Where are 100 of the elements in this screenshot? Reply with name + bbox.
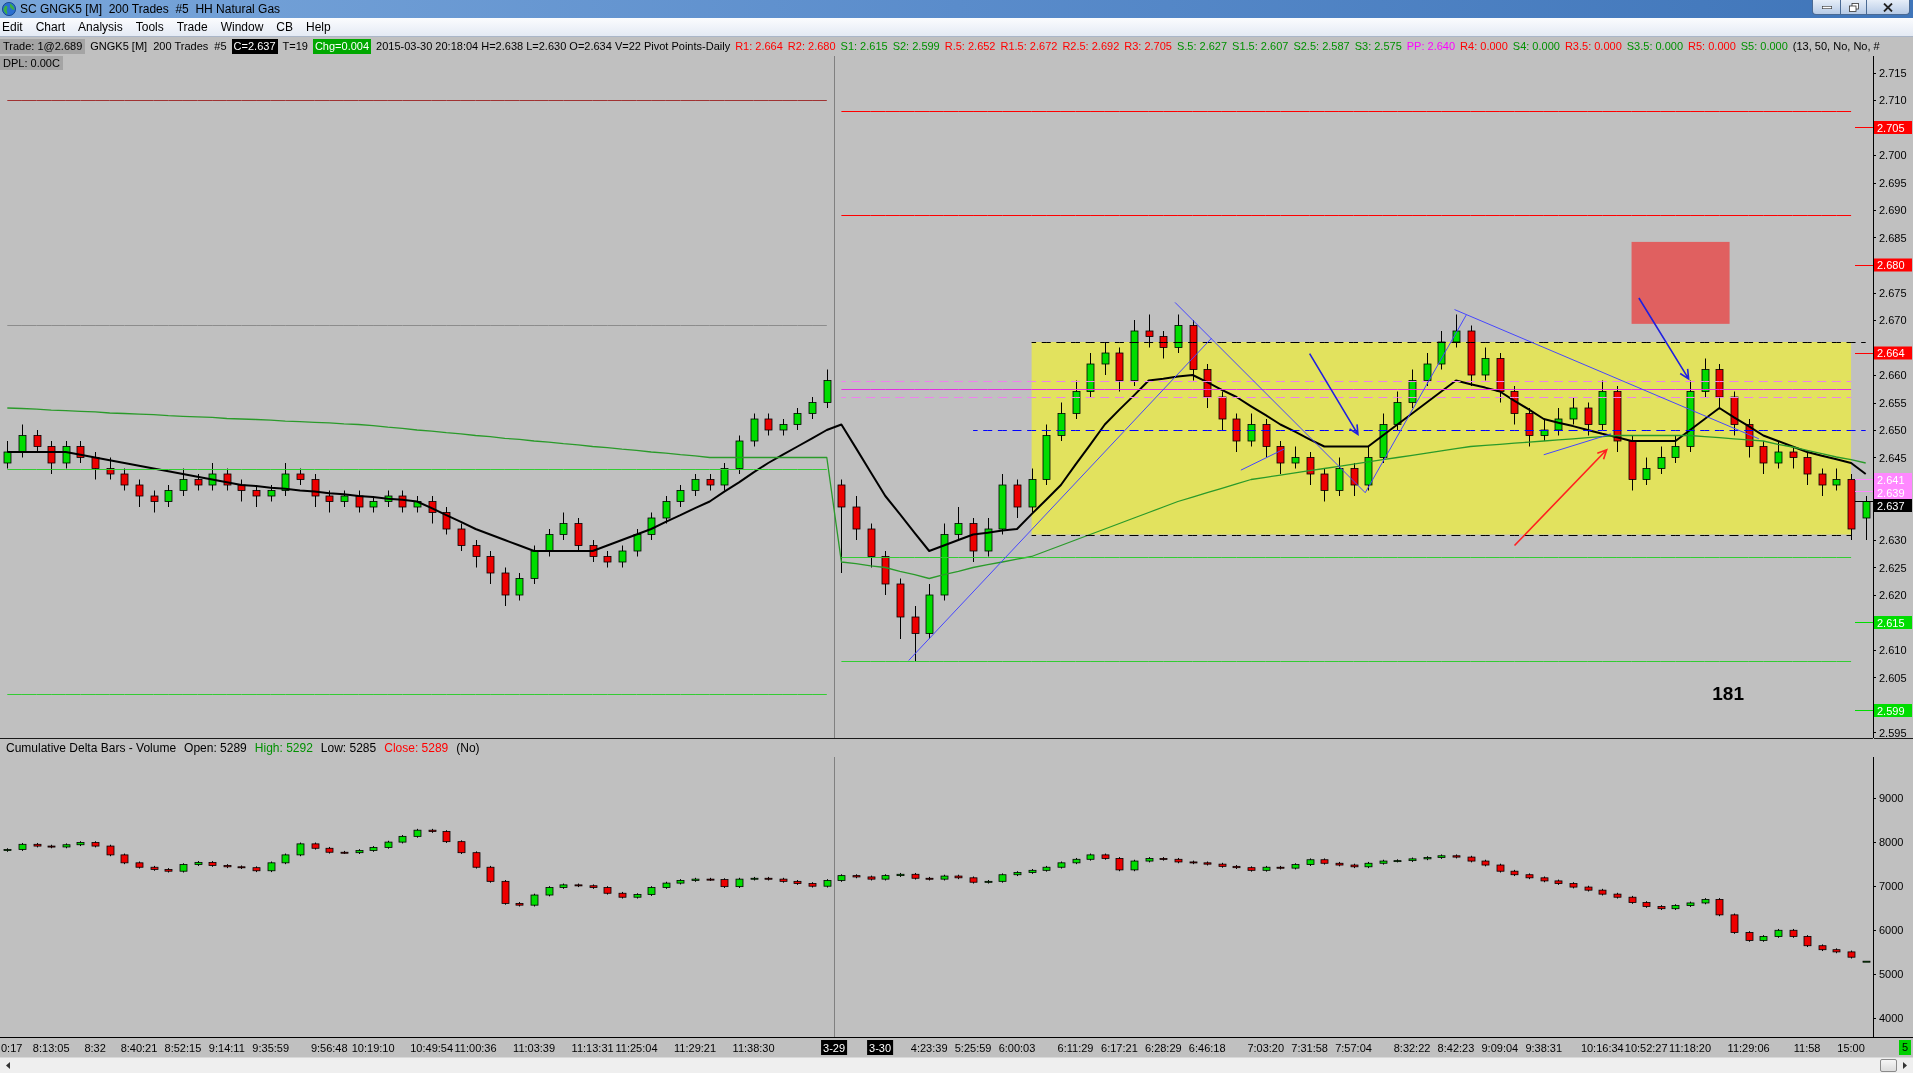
pivot-value: R3.5: 0.000: [1564, 39, 1622, 54]
candlestick: [1452, 314, 1461, 348]
menu-item[interactable]: Window: [214, 18, 270, 36]
candlestick: [1510, 385, 1519, 425]
pivot-value: R.5: 2.652: [944, 39, 996, 54]
candlestick: [1686, 901, 1695, 908]
candlestick: [662, 881, 671, 890]
price-label: C=2.637: [231, 39, 278, 54]
candlestick: [1481, 347, 1490, 381]
candlestick: [1671, 435, 1680, 464]
time-label: 9:56:48: [310, 1042, 348, 1054]
candlestick: [1218, 391, 1227, 431]
axis-label: 2.655: [1879, 396, 1907, 409]
candlestick: [355, 848, 364, 855]
candlestick: [1115, 347, 1124, 392]
candlestick: [1086, 352, 1095, 398]
candlestick: [1569, 396, 1578, 425]
candlestick: [194, 473, 203, 491]
pivot-value: R2.5: 2.692: [1062, 39, 1120, 54]
candlestick: [954, 874, 963, 880]
candlestick: [515, 572, 524, 601]
candlestick: [940, 874, 949, 881]
candlestick: [1628, 895, 1637, 905]
time-label: 6:00:03: [998, 1042, 1036, 1054]
candlestick: [545, 528, 554, 557]
candlestick: [428, 828, 437, 834]
candlestick: [1291, 446, 1300, 469]
candlestick: [1072, 857, 1081, 865]
price-tag: 2.680: [1874, 258, 1912, 272]
candlestick: [296, 468, 305, 486]
candlestick: [1291, 862, 1300, 870]
axis-label: 2.610: [1879, 644, 1907, 656]
time-label: 8:32:22: [1393, 1042, 1431, 1054]
time-label: 11:58: [1793, 1042, 1821, 1054]
candlestick: [223, 468, 232, 491]
pivot-value: S1.5: 2.607: [1232, 39, 1289, 54]
candlestick: [837, 873, 846, 883]
candlestick: [1028, 868, 1037, 875]
candlestick: [1276, 440, 1285, 475]
axis-label: 2.685: [1879, 231, 1907, 244]
time-label: 8:52:15: [164, 1042, 202, 1054]
menu-item[interactable]: Tools: [129, 18, 171, 36]
candlestick: [1130, 319, 1139, 387]
candlestick: [911, 872, 920, 881]
menu-item[interactable]: CB: [269, 18, 300, 36]
axis-label: 2.620: [1879, 589, 1907, 601]
candlestick: [1715, 363, 1724, 409]
candlestick: [793, 879, 802, 886]
pivot-value: R1: 2.664: [735, 39, 783, 54]
candlestick: [1379, 413, 1388, 464]
menu-item[interactable]: Analysis: [71, 18, 130, 36]
candlestick: [1203, 861, 1212, 866]
candlestick: [984, 517, 993, 557]
candlestick: [603, 550, 612, 568]
candlestick: [1832, 947, 1841, 954]
candlestick: [311, 842, 320, 851]
axis-label: 2.625: [1879, 561, 1907, 574]
axis-label: 2.700: [1879, 149, 1907, 161]
candlestick: [1115, 856, 1124, 872]
menu-item[interactable]: Chart: [29, 18, 72, 36]
candlestick: [1759, 440, 1768, 475]
candlestick: [1320, 468, 1329, 502]
candlestick: [1745, 418, 1754, 458]
candlestick: [1525, 407, 1534, 447]
ref-line-label: 2.639: [1877, 486, 1905, 499]
candlestick: [1467, 855, 1476, 863]
candlestick: [91, 840, 100, 848]
candlestick: [311, 473, 320, 508]
time-label: 9:09:04: [1481, 1042, 1519, 1054]
candlestick: [164, 484, 173, 508]
axis-label: 6000: [1879, 923, 1904, 936]
menu-item[interactable]: Help: [299, 18, 338, 36]
axis-label: 2.690: [1879, 204, 1907, 216]
close-button[interactable]: [1867, 0, 1910, 15]
candlestick: [120, 853, 129, 865]
candlestick: [998, 473, 1007, 535]
candlestick: [691, 473, 700, 497]
candlestick: [1832, 468, 1841, 491]
menu-item[interactable]: Edit: [0, 18, 30, 36]
candlestick: [676, 484, 685, 508]
candlestick: [106, 457, 115, 480]
time-label: 8:32: [84, 1042, 106, 1054]
dpl-label: DPL: 0.00C: [0, 56, 63, 70]
minimize-button[interactable]: [1812, 0, 1841, 15]
candlestick: [1042, 865, 1051, 873]
candlestick: [501, 879, 510, 906]
candlestick: [252, 484, 261, 508]
candlestick: [1818, 943, 1827, 952]
menu-item[interactable]: Trade: [170, 18, 215, 36]
scrollbar-thumb[interactable]: [1880, 1059, 1897, 1072]
candlestick: [1203, 363, 1212, 409]
axis-label: 2.715: [1879, 66, 1907, 79]
time-label: 10:49:54: [410, 1042, 454, 1054]
candlestick: [281, 462, 290, 497]
candlestick: [1569, 881, 1578, 889]
candlestick: [1408, 857, 1417, 863]
time-label: 9:14:11: [208, 1042, 245, 1054]
candlestick: [1306, 451, 1315, 486]
restore-button[interactable]: [1841, 0, 1867, 15]
candlestick: [1657, 446, 1666, 475]
